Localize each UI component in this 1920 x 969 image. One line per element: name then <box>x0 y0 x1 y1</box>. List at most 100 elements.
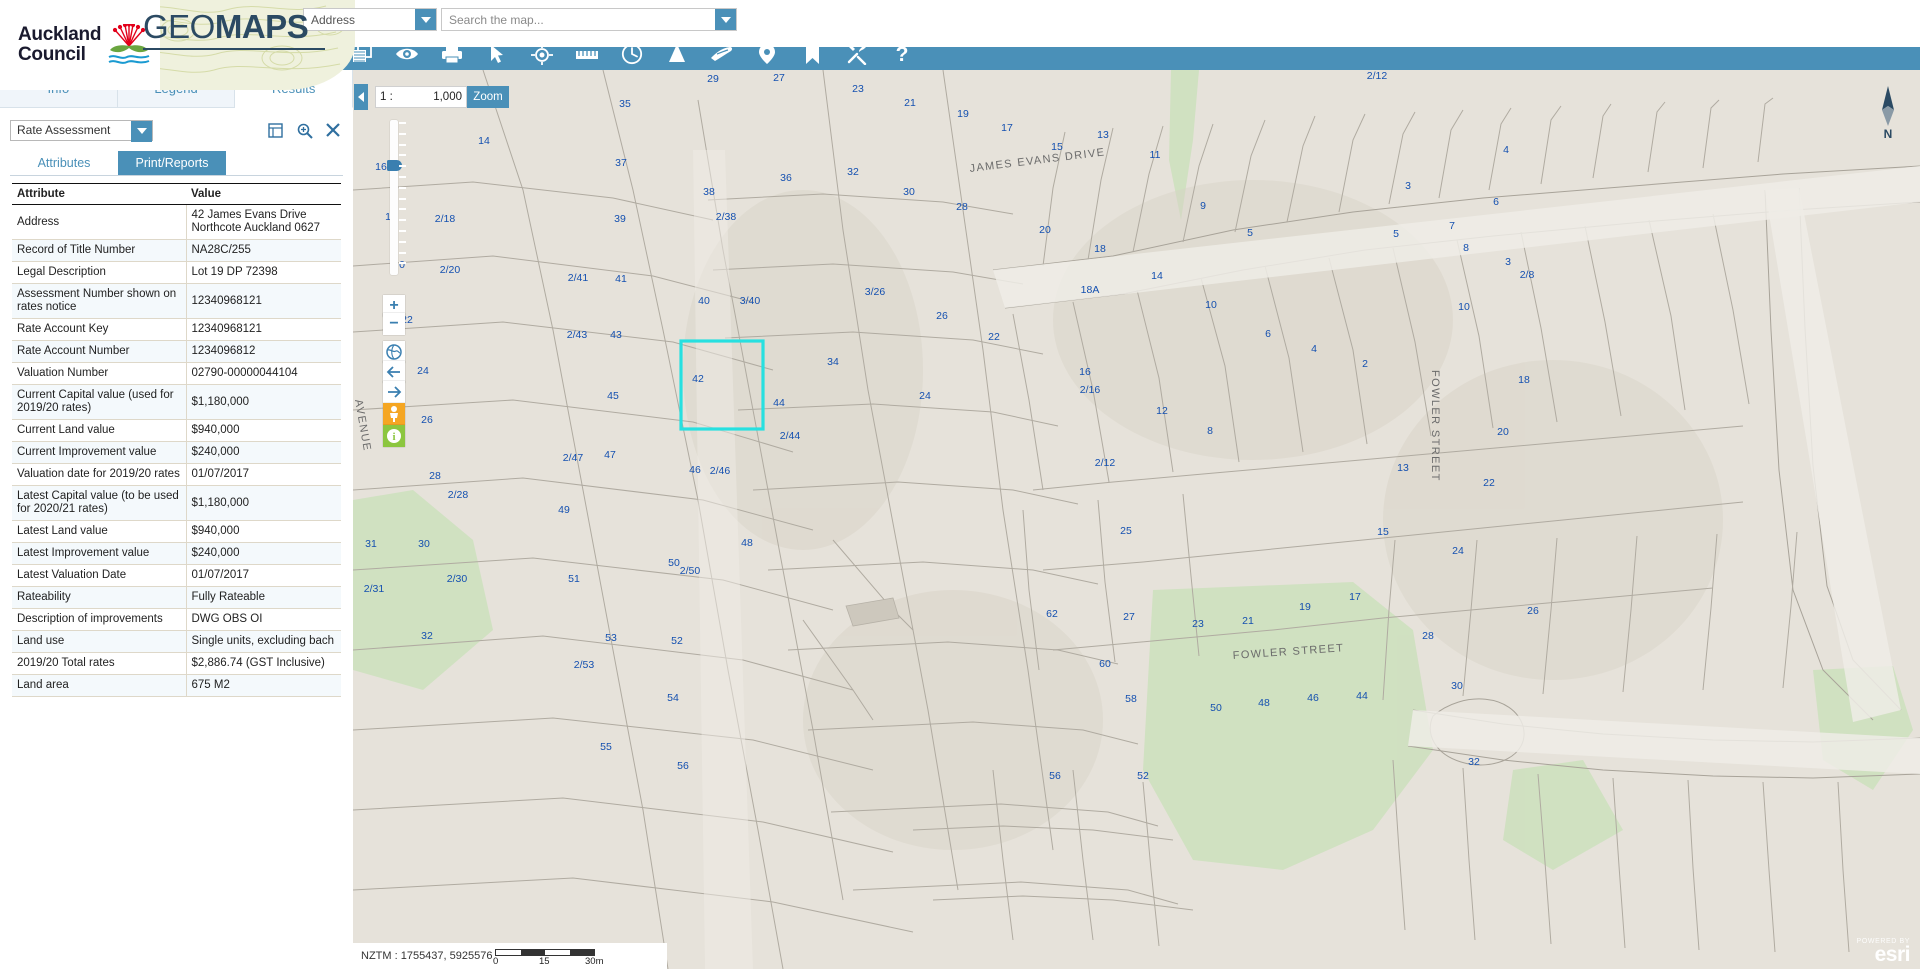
parcel-number-label: 32 <box>421 630 433 642</box>
search-chevron-down-icon[interactable] <box>715 9 736 30</box>
parcel-number-label: 15 <box>1377 526 1389 538</box>
table-row: Record of Title Number NA28C/255 <box>12 239 341 262</box>
parcel-number-label: 2/12 <box>1095 457 1116 469</box>
zoom-button[interactable]: Zoom <box>467 86 509 108</box>
attribute-value-cell: 675 M2 <box>186 674 341 697</box>
parcel-number-label: 12 <box>1156 405 1168 417</box>
parcel-number-label: 24 <box>919 390 931 402</box>
attribute-value-cell: 1234096812 <box>186 340 341 363</box>
scale-bar-graphic <box>495 949 595 956</box>
attribute-value-cell: Single units, excluding bach <box>186 630 341 653</box>
panel-collapse-toggle[interactable] <box>354 84 368 110</box>
subtab-attributes[interactable]: Attributes <box>10 151 118 175</box>
pan-forward-arrow-icon[interactable] <box>383 381 405 403</box>
attribute-name-cell: Valuation date for 2019/20 rates <box>12 463 187 486</box>
layer-select-value: Rate Assessment <box>17 123 111 137</box>
parcel-number-label: 22 <box>1483 477 1495 489</box>
attribute-name-cell: Current Capital value (used for 2019/20 … <box>12 384 187 420</box>
layer-chevron-down-icon[interactable] <box>131 120 152 142</box>
table-row: Current Land value $940,000 <box>12 419 341 442</box>
zoom-out-button[interactable]: − <box>383 313 405 335</box>
globe-extent-icon[interactable] <box>383 341 405 363</box>
parcel-number-label: 2/31 <box>364 583 385 595</box>
zoom-slider-ticks <box>399 122 406 273</box>
parcel-number-label: 41 <box>615 273 627 285</box>
app-header: Auckland Council GEOMAPS Address Search … <box>0 0 1920 90</box>
subtab-print-reports[interactable]: Print/Reports <box>118 151 226 175</box>
parcel-number-label: 8 <box>1463 242 1469 254</box>
table-row: Address 42 James Evans Drive Northcote Au… <box>12 204 341 240</box>
svg-text:N: N <box>1884 127 1893 140</box>
attribute-name-cell: Latest Improvement value <box>12 542 187 565</box>
attribute-value-cell: $1,180,000 <box>186 485 341 521</box>
attribute-name-cell: Land area <box>12 674 187 697</box>
scale-bar-max-label: 30m <box>585 956 604 967</box>
attribute-value-cell: NA28C/255 <box>186 239 341 262</box>
table-row: Latest Valuation Date 01/07/2017 <box>12 564 341 587</box>
parcel-number-label: 14 <box>478 135 490 147</box>
parcel-number-label: 11 <box>1150 149 1161 161</box>
layer-selector-row: Rate Assessment <box>0 114 353 146</box>
parcel-number-label: 18 <box>1094 243 1106 255</box>
street-view-pegman-icon[interactable] <box>383 403 405 425</box>
pan-back-arrow-icon[interactable] <box>383 361 405 383</box>
chevron-down-icon[interactable] <box>415 9 436 30</box>
export-table-icon[interactable] <box>268 122 283 138</box>
auckland-council-logo[interactable]: Auckland Council <box>0 0 160 90</box>
layer-select[interactable]: Rate Assessment <box>10 119 153 142</box>
parcel-number-label: 3 <box>1505 256 1511 268</box>
attribute-value-cell: $2,886.74 (GST Inclusive) <box>186 652 341 675</box>
parcel-number-label: 3/26 <box>865 286 886 298</box>
parcel-number-label: 39 <box>614 213 626 225</box>
parcel-number-label: 9 <box>1200 200 1206 212</box>
parcel-number-label: 20 <box>1039 224 1051 236</box>
parcel-number-label: 2 <box>1362 358 1368 370</box>
parcel-number-label: 18 <box>1518 374 1530 386</box>
attribute-name-cell: Rateability <box>12 586 187 609</box>
table-row: Legal Description Lot 19 DP 72398 <box>12 261 341 284</box>
parcel-number-label: 52 <box>1137 770 1149 782</box>
parcel-number-label: 6 <box>1493 196 1499 208</box>
parcel-number-label: 2/43 <box>567 329 588 341</box>
scale-bar-min-label: 0 <box>493 956 499 967</box>
attribute-name-cell: Rate Account Number <box>12 340 187 363</box>
attribute-name-cell: 2019/20 Total rates <box>12 652 187 675</box>
scale-input[interactable]: 1 : 1,000 <box>375 86 467 108</box>
map-graphics: JAMES EVANS DRIVE FOWLER STREET FOWLER S… <box>353 70 1920 969</box>
zoom-slider-track[interactable] <box>390 120 398 275</box>
parcel-number-label: 19 <box>957 108 969 120</box>
parcel-number-label: 6 <box>1265 328 1271 340</box>
attribute-value-cell: $240,000 <box>186 542 341 565</box>
attributes-table-body: Address 42 James Evans Drive Northcote Au… <box>12 204 341 697</box>
parcel-number-label: 32 <box>847 166 859 178</box>
north-arrow-icon: N <box>1874 84 1902 145</box>
parcel-number-label: 13 <box>1097 129 1109 141</box>
search-placeholder: Search the map... <box>449 12 544 27</box>
attribute-value-cell: 42 James Evans Drive Northcote Auckland … <box>186 204 341 240</box>
table-row: Assessment Number shown on rates notice 1… <box>12 283 341 319</box>
parcel-number-label: 28 <box>429 470 441 482</box>
parcel-number-label: 2/30 <box>447 573 468 585</box>
svg-text:i: i <box>392 431 395 443</box>
search-input[interactable]: Search the map... <box>441 8 737 31</box>
parcel-number-label: 62 <box>1046 608 1058 620</box>
attribute-name-cell: Record of Title Number <box>12 239 187 262</box>
parcel-number-label: 30 <box>418 538 430 550</box>
parcel-number-label: 17 <box>1001 122 1013 134</box>
map-canvas[interactable]: JAMES EVANS DRIVE FOWLER STREET FOWLER S… <box>353 70 1920 969</box>
table-row: Rateability Fully Rateable <box>12 586 341 609</box>
scale-value: 1,000 <box>433 91 462 103</box>
column-header-value: Value <box>186 183 341 205</box>
parcel-number-label: 2/28 <box>448 489 469 501</box>
parcel-number-label: 30 <box>1451 680 1463 692</box>
selected-parcel-label: 42 <box>692 373 704 385</box>
table-row: Land area 675 M2 <box>12 674 341 697</box>
zoom-slider[interactable] <box>387 120 406 275</box>
table-row: Description of improvements DWG OBS OI <box>12 608 341 631</box>
attribute-name-cell: Assessment Number shown on rates notice <box>12 283 187 319</box>
close-icon[interactable] <box>326 122 341 138</box>
info-identify-icon[interactable]: i <box>383 425 405 447</box>
attribute-value-cell: 12340968121 <box>186 318 341 341</box>
parcel-number-label: 2/8 <box>1520 269 1535 281</box>
zoom-to-icon[interactable] <box>297 123 313 139</box>
